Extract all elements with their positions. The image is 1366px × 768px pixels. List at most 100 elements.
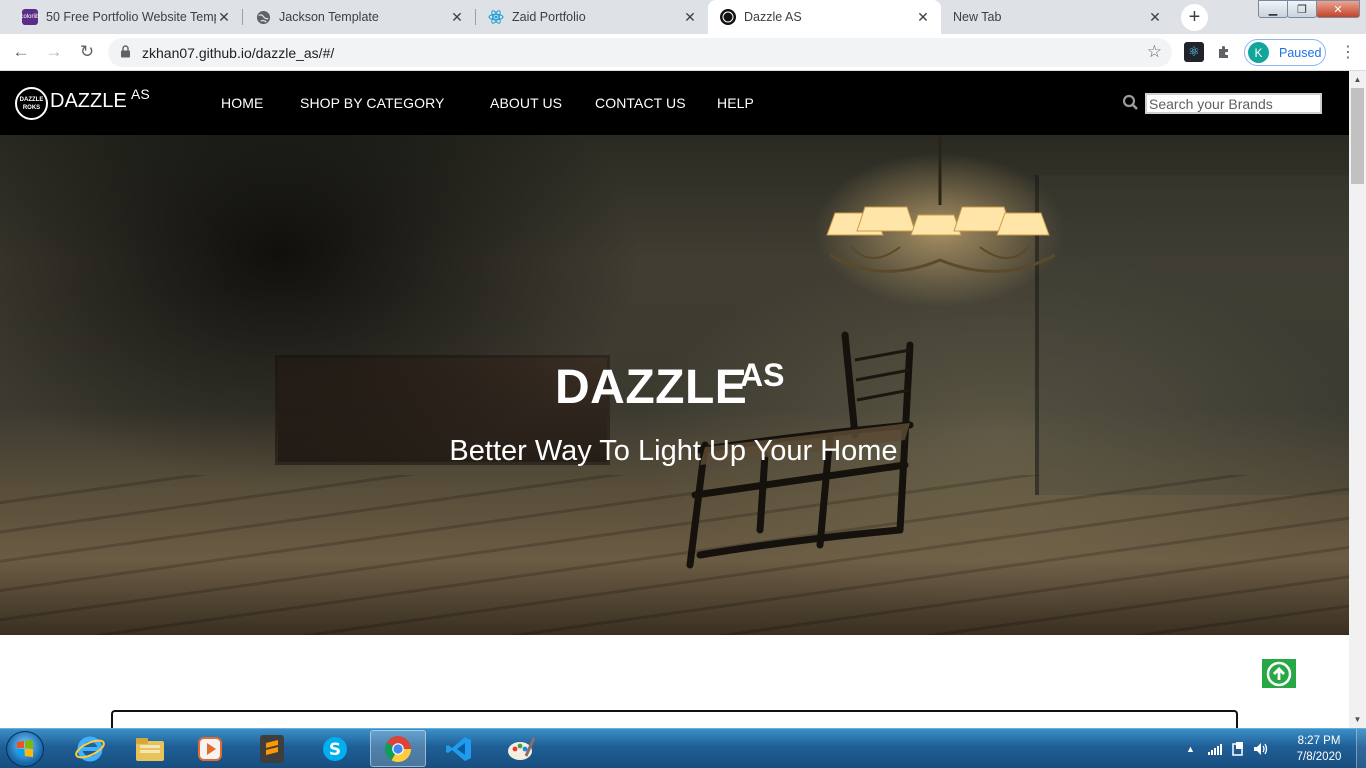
tab-portfolio-templates[interactable]: colorlib 50 Free Portfolio Website Templ… — [10, 0, 242, 34]
sublime-text-icon — [260, 734, 284, 763]
taskbar-vscode[interactable] — [431, 730, 487, 767]
taskbar-chrome[interactable] — [370, 730, 426, 767]
hero-subtitle: Better Way To Light Up Your Home — [449, 435, 898, 467]
nav-shop-by-category[interactable]: SHOP BY CATEGORY — [300, 95, 445, 111]
taskbar-skype[interactable]: S — [307, 730, 363, 767]
scroll-up-arrow-icon[interactable]: ▲ — [1349, 71, 1366, 88]
tray-expand-arrow-icon[interactable]: ▲ — [1186, 744, 1195, 754]
hero-subtitle-row: Better Way To Light Up Your Home — [0, 435, 1349, 468]
close-icon[interactable]: ✕ — [449, 9, 465, 25]
tab-zaid-portfolio[interactable]: Zaid Portfolio ✕ — [476, 0, 708, 34]
profile-status: Paused — [1279, 45, 1322, 60]
extensions-puzzle-icon[interactable] — [1215, 41, 1235, 63]
chrome-icon — [384, 735, 412, 762]
network-signal-icon[interactable] — [1207, 742, 1223, 756]
vscode-icon — [446, 736, 471, 761]
windows-taskbar: S ▲ 8:27 PM 7/8/2020 — [0, 728, 1366, 768]
taskbar-paint[interactable] — [493, 730, 549, 767]
reload-icon: ↻ — [79, 42, 95, 61]
nav-about-us[interactable]: ABOUT US — [490, 95, 562, 111]
nav-home[interactable]: HOME — [221, 95, 263, 111]
browser-tab-strip: colorlib 50 Free Portfolio Website Templ… — [0, 0, 1366, 34]
new-tab-button[interactable]: + — [1181, 4, 1208, 31]
action-center-flag-icon[interactable] — [1231, 741, 1245, 757]
page-viewport: DAZZLE ROKS DAZZLE AS HOME SHOP BY CATEG… — [0, 71, 1349, 728]
tab-dazzle-as[interactable]: Dazzle AS ✕ — [708, 0, 941, 34]
dazzle-icon — [720, 9, 736, 25]
arrow-up-circle-icon — [1266, 661, 1292, 686]
tab-title: 50 Free Portfolio Website Templ — [46, 10, 216, 24]
minimize-icon: ▁ — [1268, 3, 1278, 16]
bookmark-star-icon[interactable]: ☆ — [1147, 42, 1162, 62]
close-icon[interactable]: ✕ — [915, 9, 931, 25]
start-button[interactable] — [6, 731, 44, 767]
forward-button[interactable]: → — [42, 40, 66, 64]
nav-contact-us[interactable]: CONTACT US — [595, 95, 686, 111]
tab-title: Zaid Portfolio — [512, 10, 586, 24]
avatar: K — [1248, 42, 1269, 63]
svg-text:S: S — [329, 740, 341, 760]
window-controls: ▁ ❐ ✕ — [1258, 0, 1360, 18]
tab-title: Jackson Template — [279, 10, 379, 24]
browser-menu-kebab-icon[interactable]: ⋮ — [1336, 40, 1360, 64]
internet-explorer-icon — [75, 736, 105, 761]
close-icon[interactable]: ✕ — [216, 9, 232, 25]
clock-time: 8:27 PM — [1297, 735, 1341, 747]
media-player-icon — [198, 736, 222, 761]
plus-icon: + — [1188, 6, 1201, 28]
taskbar-clock[interactable]: 8:27 PM 7/8/2020 — [1288, 733, 1350, 765]
taskbar-sublime-text[interactable] — [244, 730, 300, 767]
url-text: zkhan07.github.io/dazzle_as/#/ — [142, 44, 335, 61]
arrow-right-icon: → — [45, 42, 63, 61]
logo-badge-bottom: ROKS — [22, 104, 41, 111]
lock-icon — [120, 44, 134, 61]
scroll-to-top-button[interactable] — [1262, 659, 1296, 688]
globe-icon — [255, 9, 271, 25]
paint-icon — [508, 736, 536, 760]
back-button[interactable]: ← — [9, 40, 33, 64]
nav-help[interactable]: HELP — [717, 95, 754, 111]
logo-badge-top: DAZZLE — [19, 96, 44, 103]
content-card — [111, 710, 1238, 728]
address-bar[interactable]: zkhan07.github.io/dazzle_as/#/ ☆ — [108, 38, 1172, 67]
close-icon: ✕ — [1333, 3, 1343, 16]
page-scrollbar[interactable]: ▲ ▼ — [1349, 71, 1366, 728]
brand-search-input[interactable] — [1145, 93, 1322, 114]
arrow-left-icon: ← — [12, 42, 30, 61]
taskbar-internet-explorer[interactable] — [62, 730, 118, 767]
logo-badge[interactable]: DAZZLE ROKS — [15, 87, 48, 120]
tab-title: Dazzle AS — [744, 10, 802, 24]
site-navbar: DAZZLE ROKS DAZZLE AS HOME SHOP BY CATEG… — [0, 71, 1349, 135]
react-icon — [488, 9, 504, 25]
scroll-down-arrow-icon[interactable]: ▼ — [1349, 711, 1366, 728]
search-icon[interactable] — [1122, 94, 1140, 112]
maximize-button[interactable]: ❐ — [1287, 0, 1317, 18]
colorlib-icon: colorlib — [21, 9, 40, 25]
show-desktop-button[interactable] — [1356, 729, 1366, 768]
system-tray: ▲ — [1186, 729, 1269, 768]
logo-text[interactable]: DAZZLE — [50, 90, 127, 113]
tab-jackson-template[interactable]: Jackson Template ✕ — [243, 0, 475, 34]
browser-toolbar: ← → ↻ zkhan07.github.io/dazzle_as/#/ ☆ ⚛… — [0, 34, 1366, 71]
logo-superscript: AS — [131, 86, 150, 102]
close-icon[interactable]: ✕ — [1147, 9, 1163, 25]
close-icon[interactable]: ✕ — [682, 9, 698, 25]
windows-logo-icon — [17, 740, 33, 757]
restore-icon: ❐ — [1297, 3, 1307, 16]
window-close-button[interactable]: ✕ — [1316, 0, 1360, 18]
reload-button[interactable]: ↻ — [75, 40, 99, 64]
skype-icon: S — [323, 736, 347, 761]
hero-title: DAZZLE — [555, 361, 748, 414]
hero-banner: DAZZLE AS Better Way To Light Up Your Ho… — [0, 135, 1349, 635]
volume-speaker-icon[interactable] — [1253, 742, 1269, 756]
profile-button[interactable]: K Paused — [1244, 39, 1326, 66]
hero-title-superscript: AS — [740, 357, 785, 393]
taskbar-media-player[interactable] — [182, 730, 238, 767]
taskbar-file-explorer[interactable] — [122, 730, 178, 767]
tab-new-tab[interactable]: New Tab ✕ — [941, 0, 1173, 34]
minimize-button[interactable]: ▁ — [1258, 0, 1288, 18]
tab-title: New Tab — [953, 10, 1002, 24]
file-explorer-icon — [136, 737, 164, 761]
react-devtools-extension-icon[interactable]: ⚛ — [1184, 42, 1204, 62]
scrollbar-thumb[interactable] — [1351, 88, 1364, 184]
